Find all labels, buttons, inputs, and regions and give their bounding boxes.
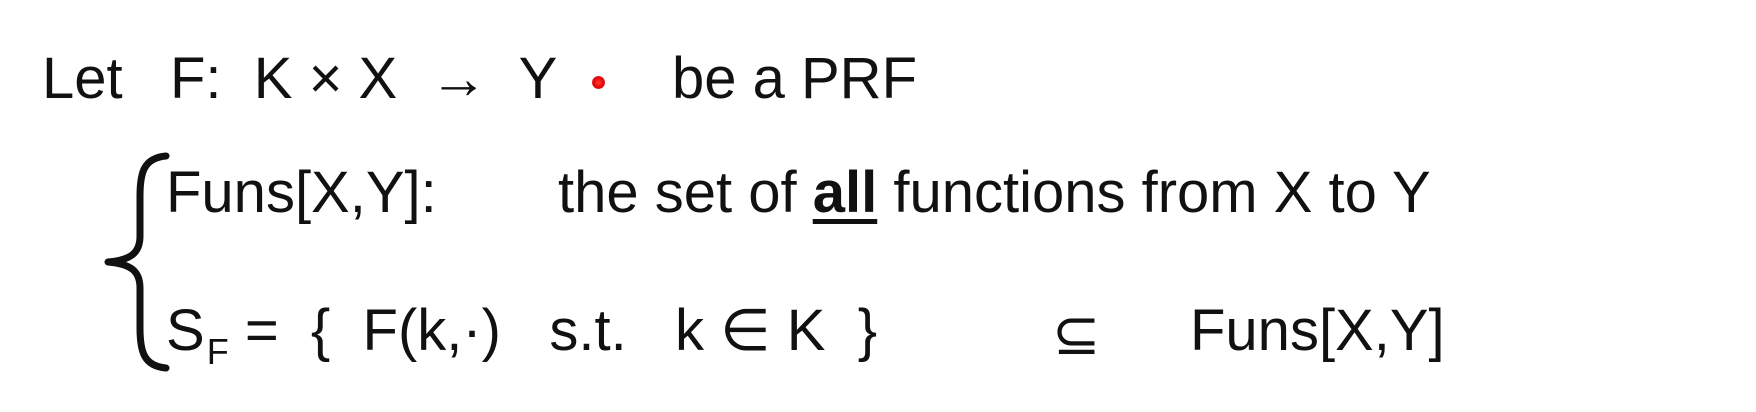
subseteq-symbol: ⊆ — [1052, 302, 1101, 367]
funs-term: Funs[X,Y]: — [166, 160, 437, 225]
sf-set-definition: = { F(k,·) s.t. k ∈ K } — [244, 298, 878, 363]
funs-description: the set of all functions from X to Y — [558, 164, 1431, 222]
sf-subscript: F — [206, 331, 229, 372]
desc-emphasis: all — [812, 160, 878, 225]
prf-signature: F: K × X → Y — [170, 46, 558, 111]
left-brace-icon — [104, 152, 170, 372]
desc-prefix: the set of — [558, 160, 797, 225]
desc-suffix: functions from X to Y — [893, 160, 1431, 225]
slide: Let F: K × X → Y be a PRF Funs[X,Y]: the… — [0, 0, 1756, 412]
prf-definition-suffix: be a PRF — [672, 46, 917, 111]
laser-pointer-icon — [592, 76, 605, 89]
word-let: Let — [42, 46, 123, 111]
sf-expression: SF = { F(k,·) s.t. k ∈ K } — [166, 302, 877, 370]
funs-set: Funs[X,Y] — [1190, 298, 1445, 363]
sf-symbol: S — [166, 298, 205, 363]
